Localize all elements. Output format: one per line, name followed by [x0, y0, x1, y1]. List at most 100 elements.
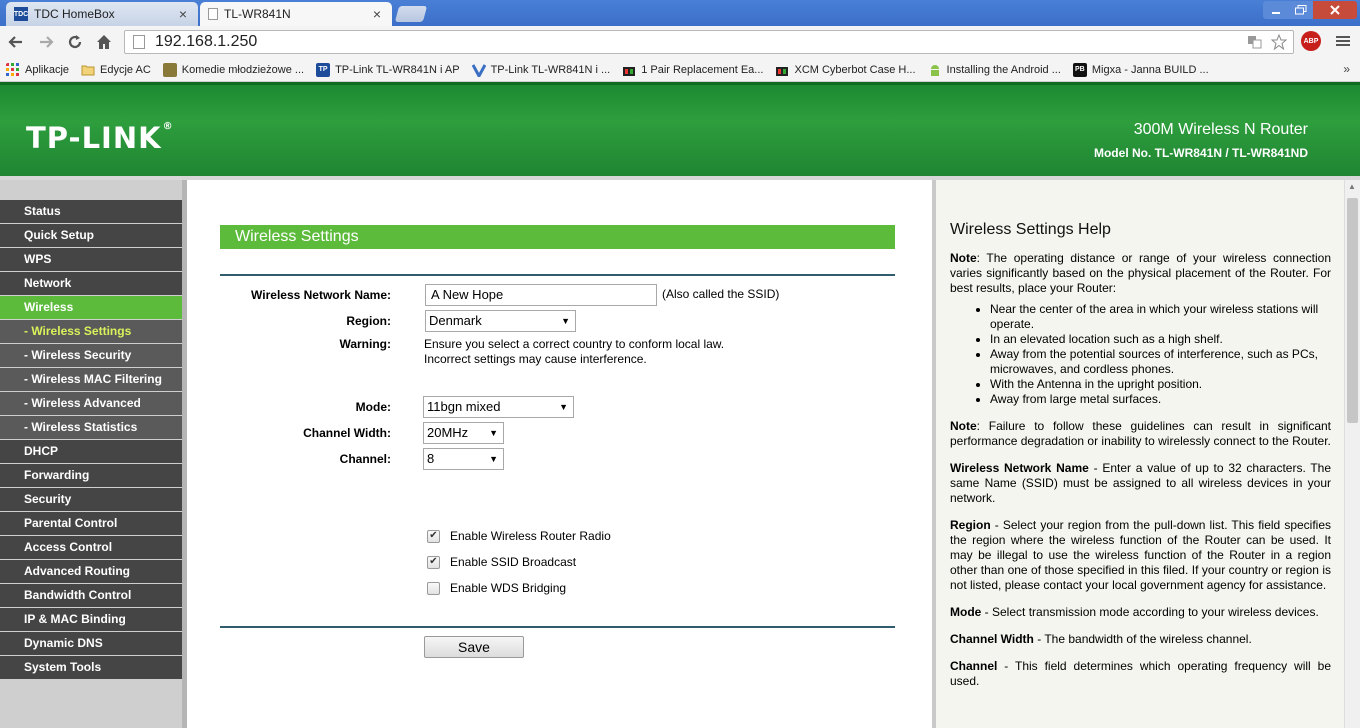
channel-width-select[interactable]: 20MHz ▼ [423, 422, 504, 444]
more-bookmarks-chevron-icon[interactable]: » [1343, 62, 1350, 76]
list-item: Away from the potential sources of inter… [990, 347, 1331, 377]
help-mode: Mode - Select transmission mode accordin… [950, 605, 1319, 619]
back-button[interactable] [6, 32, 26, 52]
help-scrollbar[interactable]: ▲ [1344, 180, 1360, 728]
bookmark-tplink-ap[interactable]: TP TP-Link TL-WR841N i AP [316, 62, 460, 77]
region-value: Denmark [429, 313, 482, 328]
router-header: TP-LINK® 300M Wireless N Router Model No… [0, 82, 1360, 180]
sidebar-item-status[interactable]: Status [0, 200, 182, 223]
shop-bag-icon [623, 66, 636, 76]
product-name: 300M Wireless N Router [1133, 121, 1308, 138]
sidebar-item-wireless-security[interactable]: - Wireless Security [0, 344, 182, 367]
bookmark-komedie[interactable]: Komedie młodzieżowe ... [162, 62, 304, 77]
page-icon [133, 35, 145, 49]
tab-close-icon[interactable]: × [370, 6, 384, 22]
mode-select[interactable]: 11bgn mixed ▼ [423, 396, 574, 418]
sidebar-item-security[interactable]: Security [0, 488, 182, 511]
apps-grid-icon [6, 62, 19, 76]
sidebar-item-ip-mac-binding[interactable]: IP & MAC Binding [0, 608, 182, 631]
close-icon [1330, 5, 1340, 15]
checkbox-label: Enable SSID Broadcast [450, 555, 577, 569]
maximize-button[interactable] [1289, 1, 1313, 19]
tab-title: TL-WR841N [224, 7, 291, 21]
scroll-thumb[interactable] [1347, 198, 1358, 423]
enable-radio-option[interactable]: ✔ Enable Wireless Router Radio [427, 529, 611, 543]
sidebar-item-forwarding[interactable]: Forwarding [0, 464, 182, 487]
sidebar-item-dynamic-dns[interactable]: Dynamic DNS [0, 632, 182, 655]
forward-arrow-icon [40, 36, 54, 48]
sidebar-item-quick-setup[interactable]: Quick Setup [0, 224, 182, 247]
sidebar-item-access-control[interactable]: Access Control [0, 536, 182, 559]
chevron-down-icon: ▼ [489, 454, 498, 464]
browser-toolbar: 192.168.1.250 ABP [0, 26, 1360, 58]
android-icon [930, 64, 939, 76]
sidebar-item-wireless[interactable]: Wireless [0, 296, 182, 319]
forward-button[interactable] [36, 32, 56, 52]
bookmark-android[interactable]: Installing the Android ... [928, 63, 1061, 77]
sidebar-item-wireless-settings[interactable]: - Wireless Settings [0, 320, 182, 343]
sidebar-menu: Status Quick Setup WPS Network Wireless - Wir… [0, 200, 182, 680]
v-logo-icon [471, 63, 486, 77]
channel-select[interactable]: 8 ▼ [423, 448, 504, 470]
browser-menu-button[interactable] [1334, 32, 1352, 50]
tab-tdc-homebox[interactable]: TDC TDC HomeBox × [6, 2, 198, 26]
chevron-down-icon: ▼ [559, 402, 568, 412]
reload-button[interactable] [65, 32, 85, 52]
tab-close-icon[interactable]: × [176, 6, 190, 22]
new-tab-button[interactable] [394, 6, 428, 22]
home-button[interactable] [94, 32, 114, 52]
chevron-down-icon: ▼ [489, 428, 498, 438]
wds-bridging-checkbox[interactable] [427, 581, 440, 595]
sidebar-item-wps[interactable]: WPS [0, 248, 182, 271]
help-region: Region - Select your region from the pul… [950, 518, 1331, 592]
enable-radio-checkbox[interactable]: ✔ [427, 529, 440, 543]
help-note-1: Note: The operating distance or range of… [950, 251, 1331, 295]
tplink-favicon-icon: TP [316, 62, 331, 77]
close-window-button[interactable] [1313, 1, 1357, 19]
model-number: Model No. TL-WR841N / TL-WR841ND [1093, 146, 1308, 160]
warning-text: Ensure you select a correct country to c… [424, 337, 724, 367]
sidebar-item-network[interactable]: Network [0, 272, 182, 295]
channel-width-label: Channel Width: [303, 426, 391, 440]
bookmark-aplikacje[interactable]: Aplikacje [6, 62, 69, 77]
sidebar-item-bandwidth-control[interactable]: Bandwidth Control [0, 584, 182, 607]
ssid-label: Wireless Network Name: [251, 288, 391, 302]
region-select[interactable]: Denmark ▼ [425, 310, 576, 332]
save-button[interactable]: Save [424, 636, 524, 658]
region-label: Region: [346, 314, 391, 328]
sidebar-item-dhcp[interactable]: DHCP [0, 440, 182, 463]
pb-favicon-icon: PB [1072, 62, 1087, 77]
divider-top [220, 274, 895, 276]
url-text[interactable]: 192.168.1.250 [155, 33, 257, 51]
scroll-up-icon[interactable]: ▲ [1348, 182, 1356, 191]
ssid-broadcast-option[interactable]: ✔ Enable SSID Broadcast [427, 555, 576, 569]
translate-icon[interactable] [1247, 34, 1263, 50]
bookmark-replacement[interactable]: 1 Pair Replacement Ea... [622, 63, 763, 77]
mode-value: 11bgn mixed [427, 399, 501, 414]
sidebar-item-wireless-mac-filtering[interactable]: - Wireless MAC Filtering [0, 368, 182, 391]
sidebar-item-parental-control[interactable]: Parental Control [0, 512, 182, 535]
back-arrow-icon [8, 36, 22, 48]
sidebar-item-wireless-statistics[interactable]: - Wireless Statistics [0, 416, 182, 439]
checkbox-label: Enable Wireless Router Radio [450, 529, 611, 543]
ssid-input[interactable]: A New Hope [425, 284, 657, 306]
minimize-button[interactable] [1263, 1, 1289, 19]
wds-bridging-option[interactable]: Enable WDS Bridging [427, 581, 566, 595]
tab-tl-wr841n[interactable]: TL-WR841N × [200, 2, 392, 26]
bookmark-tplink-2[interactable]: TP-Link TL-WR841N i ... [471, 63, 610, 77]
help-title: Wireless Settings Help [950, 221, 1111, 238]
tplink-logo: TP-LINK® [26, 121, 174, 155]
bookmark-label: XCM Cyberbot Case H... [794, 63, 916, 76]
address-bar[interactable]: 192.168.1.250 [124, 30, 1294, 54]
sidebar-item-advanced-routing[interactable]: Advanced Routing [0, 560, 182, 583]
sidebar-item-system-tools[interactable]: System Tools [0, 656, 182, 679]
bookmark-migxa[interactable]: PB Migxa - Janna BUILD ... [1072, 62, 1209, 77]
adblock-plus-icon[interactable]: ABP [1301, 31, 1321, 51]
ssid-broadcast-checkbox[interactable]: ✔ [427, 555, 440, 569]
star-bookmark-icon[interactable] [1271, 34, 1287, 50]
bookmark-label: Installing the Android ... [946, 63, 1061, 76]
bookmark-xcm-cyberbot[interactable]: XCM Cyberbot Case H... [775, 63, 916, 77]
bookmark-edycje-ac[interactable]: Edycje AC [81, 63, 151, 77]
sidebar-item-wireless-advanced[interactable]: - Wireless Advanced [0, 392, 182, 415]
hamburger-menu-icon [1336, 36, 1350, 46]
